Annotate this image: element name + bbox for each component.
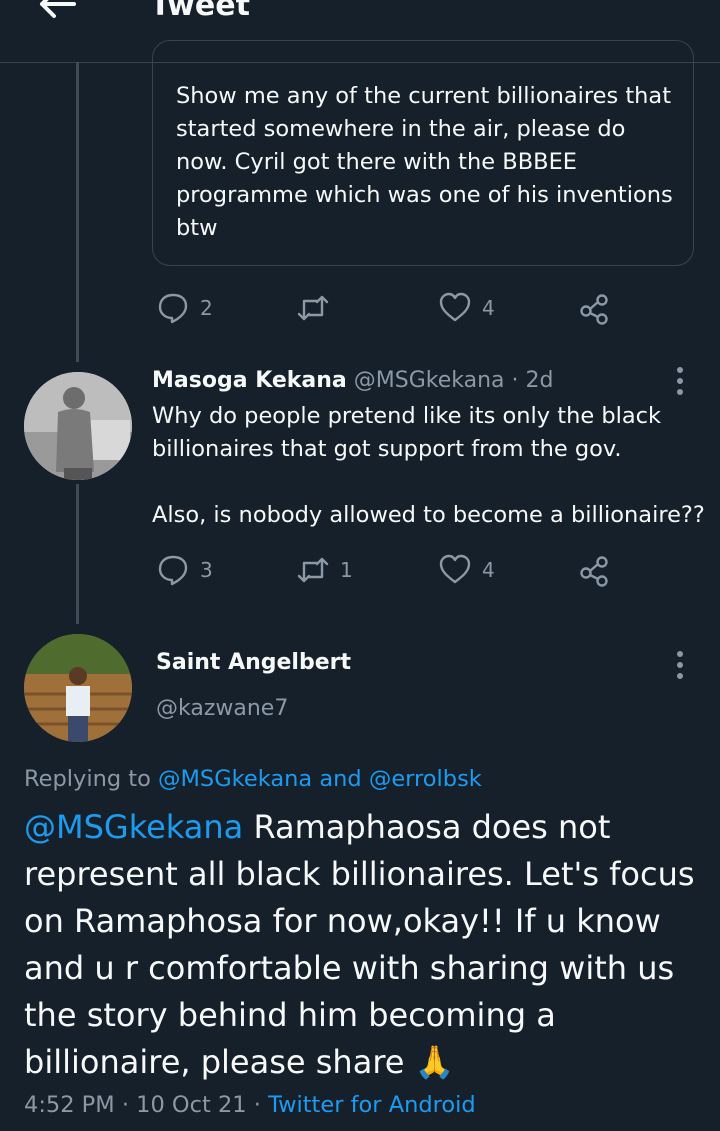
- reply-button[interactable]: 2: [156, 288, 213, 328]
- more-icon[interactable]: [668, 364, 692, 400]
- mention-link[interactable]: @MSGkekana: [24, 808, 243, 846]
- tweet-age: · 2d: [511, 368, 554, 393]
- author-name[interactable]: Saint Angelbert: [156, 650, 351, 675]
- page-title: Tweet: [150, 0, 250, 23]
- avatar[interactable]: [24, 372, 132, 480]
- tweet-time: 4:52 PM: [24, 1092, 115, 1118]
- author-handle[interactable]: @kazwane7: [156, 696, 288, 721]
- reply-icon: [158, 293, 188, 324]
- retweet-count: 1: [340, 558, 353, 582]
- author-name[interactable]: Masoga Kekana: [152, 368, 347, 393]
- share-icon: [580, 294, 608, 325]
- praying-hands-icon: 🙏: [414, 1043, 455, 1081]
- more-icon[interactable]: [668, 648, 692, 684]
- replying-label: Replying to: [24, 766, 151, 792]
- reply-header: Masoga Kekana @MSGkekana · 2d: [152, 368, 553, 393]
- share-button[interactable]: [578, 550, 612, 590]
- share-button[interactable]: [578, 288, 612, 328]
- reply-count: 3: [200, 558, 213, 582]
- like-count: 4: [482, 296, 495, 320]
- retweet-icon: [297, 557, 329, 583]
- like-icon: [439, 554, 471, 584]
- tweet-source[interactable]: Twitter for Android: [268, 1092, 476, 1118]
- like-button[interactable]: 4: [438, 288, 495, 328]
- like-count: 4: [482, 558, 495, 582]
- like-button[interactable]: 4: [438, 550, 495, 590]
- replying-users-link[interactable]: @MSGkekana and @errolbsk: [158, 766, 482, 792]
- retweet-button[interactable]: 1: [296, 550, 353, 590]
- retweet-button[interactable]: [296, 288, 340, 328]
- author-handle[interactable]: @MSGkekana: [354, 368, 505, 393]
- quoted-tweet-text: Show me any of the current billionaires …: [176, 83, 673, 241]
- like-icon: [439, 292, 471, 322]
- tweet-meta: 4:52 PM · 10 Oct 21 · Twitter for Androi…: [24, 1092, 476, 1118]
- retweet-icon: [297, 295, 329, 321]
- main-tweet-text: @MSGkekana Ramaphaosa does not represent…: [24, 804, 704, 1086]
- reply-text: Also, is nobody allowed to become a bill…: [152, 502, 705, 528]
- thread-line: [76, 484, 79, 624]
- thread-line: [76, 62, 79, 362]
- tweet-date: · 10 Oct 21 ·: [121, 1092, 261, 1118]
- reply-icon: [158, 555, 188, 586]
- reply-button[interactable]: 3: [156, 550, 213, 590]
- tweet-body: Ramaphaosa does not represent all black …: [24, 808, 695, 1081]
- back-arrow-icon[interactable]: [34, 0, 78, 26]
- replying-to: Replying to @MSGkekana and @errolbsk: [24, 766, 482, 792]
- reply-text: Why do people pretend like its only the …: [152, 403, 662, 462]
- share-icon: [580, 556, 608, 587]
- reply-count: 2: [200, 296, 213, 320]
- avatar[interactable]: [24, 634, 132, 742]
